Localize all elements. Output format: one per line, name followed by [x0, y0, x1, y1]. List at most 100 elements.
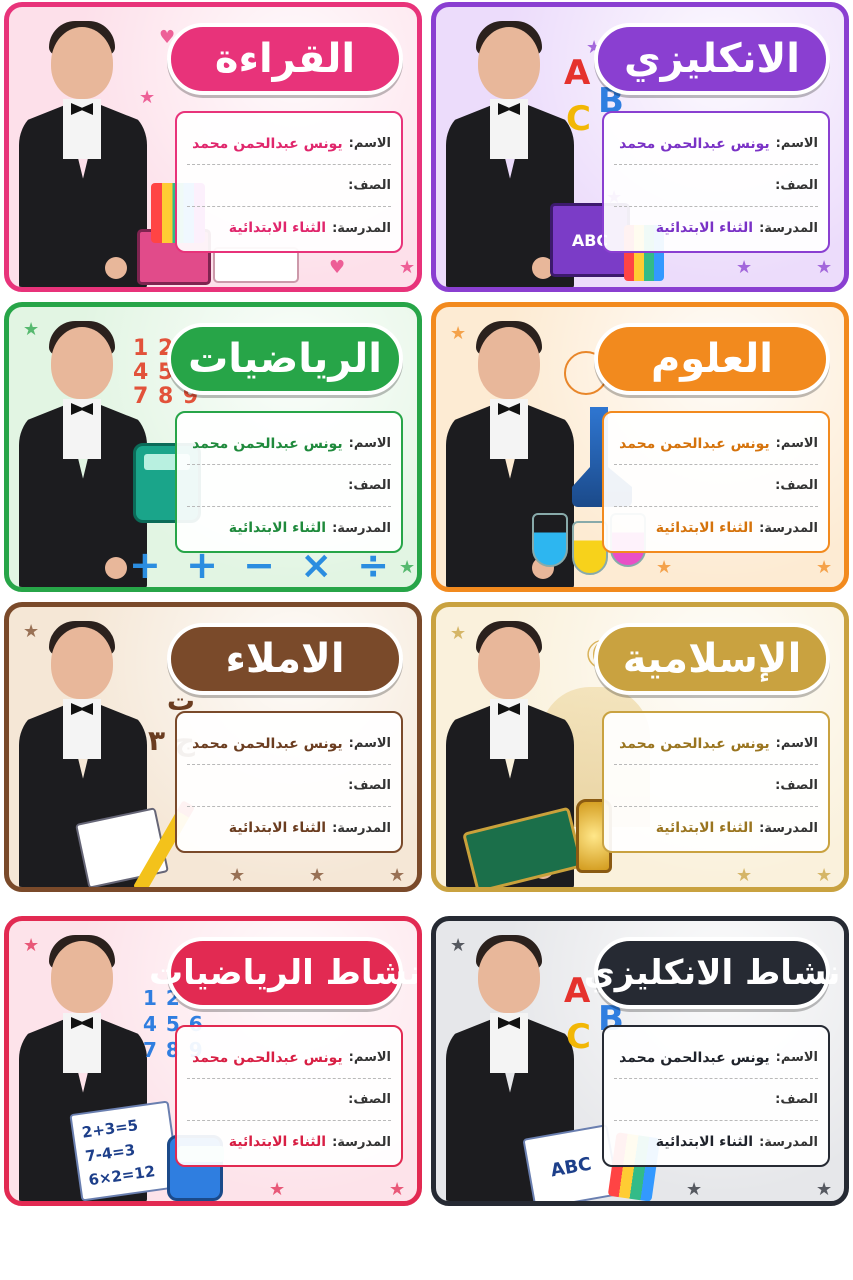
- label-science: ★ ★ ★ العلوم الاسم: يونس عبدالحمن محمد ال…: [431, 302, 849, 592]
- school-value: الثناء الابتدائية: [655, 1134, 754, 1150]
- math-notebook-icon: 2+3=5 7-4=3 6×2=12: [69, 1100, 181, 1201]
- name-value: يونس عبدالحمن محمد: [192, 135, 343, 152]
- label-english: ★ ★ ★ ★ A B C ABC الانكليزي الاسم:يونس ع…: [431, 2, 849, 292]
- class-label: الصف:: [348, 1092, 391, 1107]
- class-label: الصف:: [348, 478, 391, 493]
- name-row: الاسم: يونس عبدالحمن محمد: [614, 423, 818, 465]
- class-label: الصف:: [775, 478, 818, 493]
- labels-sheet: ♥ ★ ♥ ★ القراءة الاسم: يونس عبدالحمن محمد…: [0, 0, 853, 1280]
- info-box: الاسم: يونس عبدالحمن محمد الصف: المدرسة: ا…: [175, 711, 403, 853]
- name-value: يونس عبدالحمن محمد: [619, 1049, 770, 1066]
- school-value: الثناء الابتدائية: [228, 220, 327, 236]
- name-label: الاسم:: [775, 736, 818, 751]
- subject-title: الرياضيات: [167, 323, 403, 395]
- name-label: الاسم:: [775, 436, 818, 451]
- name-row: الاسم: يونس عبدالحمن محمد: [614, 123, 818, 165]
- star-icon: ★: [656, 557, 673, 578]
- school-row: المدرسة: الثناء الابتدائية: [187, 207, 391, 249]
- info-box: الاسم: يونس عبدالحمن محمد الصف: المدرسة: ا…: [175, 111, 403, 253]
- name-row: الاسم: يونس عبدالحمن محمد: [187, 1037, 391, 1079]
- star-icon: ★: [229, 865, 246, 886]
- label-reading: ♥ ★ ♥ ★ القراءة الاسم: يونس عبدالحمن محمد…: [4, 2, 422, 292]
- info-box: الاسم: يونس عبدالحمن محمد الصف: المدرسة: ا…: [602, 411, 830, 553]
- name-row: الاسم: يونس عبدالحمن محمد: [614, 723, 818, 765]
- star-icon: ★: [816, 257, 833, 278]
- label-dictation: ★ ★ ★ ★ ب ت ج ٣ الاملاء الاسم:يونس عبدال…: [4, 602, 422, 892]
- class-label: الصف:: [775, 1092, 818, 1107]
- name-row: الاسم: يونس عبدالحمن محمد: [187, 123, 391, 165]
- heart-icon: ♥: [329, 257, 346, 278]
- star-icon: ★: [269, 1179, 286, 1200]
- name-label: الاسم:: [348, 736, 391, 751]
- star-icon: ★: [399, 257, 416, 278]
- school-value: الثناء الابتدائية: [228, 520, 327, 536]
- school-row: المدرسة: الثناء الابتدائية: [614, 807, 818, 849]
- subject-title: القراءة: [167, 23, 403, 95]
- class-row: الصف:: [614, 165, 818, 207]
- info-box: الاسم: يونس عبدالحمن محمد الصف: المدرسة: ا…: [175, 1025, 403, 1167]
- name-label: الاسم:: [775, 136, 818, 151]
- school-value: الثناء الابتدائية: [655, 220, 754, 236]
- star-icon: ★: [309, 865, 326, 886]
- school-value: الثناء الابتدائية: [655, 820, 754, 836]
- star-icon: ★: [736, 865, 753, 886]
- star-icon: ★: [389, 1179, 406, 1200]
- subject-title: نشاط الرياضيات: [149, 937, 417, 1009]
- star-icon: ★: [736, 257, 753, 278]
- name-value: يونس عبدالحمن محمد: [619, 735, 770, 752]
- name-row: الاسم: يونس عبدالحمن محمد: [187, 423, 391, 465]
- star-icon: ★: [686, 1179, 703, 1200]
- subject-title: نشاط الانكليزي: [584, 937, 840, 1009]
- info-box: الاسم: يونس عبدالحمن محمد الصف: المدرسة: ا…: [602, 111, 830, 253]
- school-label: المدرسة:: [332, 220, 391, 236]
- class-label: الصف:: [775, 178, 818, 193]
- subject-title: العلوم: [594, 323, 830, 395]
- info-box: الاسم: يونس عبدالحمن محمد الصف: المدرسة: ا…: [602, 711, 830, 853]
- name-label: الاسم:: [775, 1050, 818, 1065]
- star-icon: ★: [389, 865, 406, 886]
- school-label: المدرسة:: [332, 1134, 391, 1150]
- subject-title: الإسلامية: [594, 623, 830, 695]
- subject-title: الانكليزي: [594, 23, 830, 95]
- name-value: يونس عبدالحمن محمد: [192, 435, 343, 452]
- class-row: الصف:: [187, 165, 391, 207]
- class-row: الصف:: [187, 1079, 391, 1121]
- info-box: الاسم: يونس عبدالحمن محمد الصف: المدرسة: ا…: [175, 411, 403, 553]
- school-row: المدرسة: الثناء الابتدائية: [614, 507, 818, 549]
- school-row: المدرسة: الثناء الابتدائية: [187, 507, 391, 549]
- class-label: الصف:: [348, 778, 391, 793]
- class-row: الصف:: [614, 765, 818, 807]
- star-icon: ★: [816, 1179, 833, 1200]
- school-row: المدرسة: الثناء الابتدائية: [187, 807, 391, 849]
- school-value: الثناء الابتدائية: [228, 1134, 327, 1150]
- label-math: ★ ★ 1 2 3 4 5 6 7 8 9 + + − × ÷ الرياضيا…: [4, 302, 422, 592]
- class-row: الصف:: [614, 465, 818, 507]
- label-math-activity: ★ ★ ★ 1 2 3 4 5 6 7 8 9 2+3=5 7-4=3 6×2=…: [4, 916, 422, 1206]
- school-value: الثناء الابتدائية: [228, 820, 327, 836]
- star-icon: ★: [816, 557, 833, 578]
- label-english-activity: ★ ★ ★ ★ A B C ABC نشاط الانكليزي الاسم:ي…: [431, 916, 849, 1206]
- name-label: الاسم:: [348, 1050, 391, 1065]
- name-value: يونس عبدالحمن محمد: [192, 735, 343, 752]
- name-value: يونس عبدالحمن محمد: [192, 1049, 343, 1066]
- school-label: المدرسة:: [759, 1134, 818, 1150]
- name-value: يونس عبدالحمن محمد: [619, 435, 770, 452]
- school-value: الثناء الابتدائية: [655, 520, 754, 536]
- school-label: المدرسة:: [759, 220, 818, 236]
- school-label: المدرسة:: [332, 520, 391, 536]
- star-icon: ★: [816, 865, 833, 886]
- name-row: الاسم: يونس عبدالحمن محمد: [614, 1037, 818, 1079]
- school-label: المدرسة:: [759, 520, 818, 536]
- school-row: المدرسة: الثناء الابتدائية: [614, 1121, 818, 1163]
- name-value: يونس عبدالحمن محمد: [619, 135, 770, 152]
- boy-photo: [13, 19, 149, 287]
- school-row: المدرسة: الثناء الابتدائية: [614, 207, 818, 249]
- class-row: الصف:: [614, 1079, 818, 1121]
- name-label: الاسم:: [348, 436, 391, 451]
- star-icon: ★: [399, 557, 416, 578]
- subject-title: الاملاء: [167, 623, 403, 695]
- class-label: الصف:: [348, 178, 391, 193]
- school-row: المدرسة: الثناء الابتدائية: [187, 1121, 391, 1163]
- blue-flask-icon: [532, 513, 568, 567]
- school-label: المدرسة:: [759, 820, 818, 836]
